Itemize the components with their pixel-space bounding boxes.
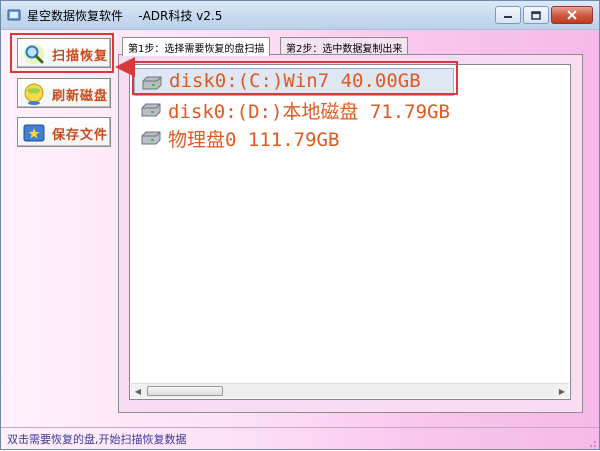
- save-file-label: 保存文件: [52, 128, 109, 143]
- magnifier-icon: [24, 44, 44, 64]
- scroll-left-icon[interactable]: ◀: [131, 384, 145, 398]
- app-window: 星空数据恢复软件 -ADR科技 v2.5 扫描恢复 刷新磁盘 保存文件 第1步：…: [0, 0, 600, 450]
- minimize-button[interactable]: [495, 6, 521, 24]
- status-bar: 双击需要恢复的盘,开始扫描恢复数据: [1, 427, 599, 450]
- scan-recover-button[interactable]: 扫描恢复: [17, 38, 111, 68]
- disk-item-label: disk0:(C:)Win7 40.00GB: [169, 70, 421, 92]
- disk-item-label: 物理盘0 111.79GB: [168, 129, 340, 151]
- app-icon: [7, 9, 21, 21]
- tab-step1[interactable]: 第1步：选择需要恢复的盘扫描: [122, 37, 271, 56]
- disk-item-c[interactable]: disk0:(C:)Win7 40.00GB: [134, 68, 454, 96]
- title-bar[interactable]: 星空数据恢复软件 -ADR科技 v2.5: [1, 1, 599, 30]
- scan-recover-label: 扫描恢复: [52, 49, 109, 64]
- disk-list[interactable]: disk0:(C:)Win7 40.00GB disk0:(D:)本地磁盘 71…: [129, 64, 571, 400]
- save-file-button[interactable]: 保存文件: [17, 117, 111, 147]
- hard-drive-icon: [141, 103, 161, 117]
- disk-item-label: disk0:(D:)本地磁盘 71.79GB: [168, 101, 450, 123]
- tab-step2[interactable]: 第2步：选中数据复制出来: [280, 37, 409, 55]
- scroll-right-icon[interactable]: ▶: [555, 384, 569, 398]
- hard-drive-icon: [142, 76, 162, 90]
- disk-item-physical[interactable]: 物理盘0 111.79GB: [134, 124, 454, 152]
- resize-grip-icon[interactable]: [585, 436, 597, 448]
- refresh-disk-button[interactable]: 刷新磁盘: [17, 78, 111, 108]
- horizontal-scrollbar[interactable]: ◀ ▶: [131, 383, 569, 398]
- hard-drive-icon: [141, 131, 161, 145]
- disk-item-d[interactable]: disk0:(D:)本地磁盘 71.79GB: [134, 96, 454, 124]
- window-title: 星空数据恢复软件 -ADR科技 v2.5: [27, 9, 223, 23]
- status-text: 双击需要恢复的盘,开始扫描恢复数据: [7, 433, 187, 446]
- maximize-button[interactable]: [523, 6, 549, 24]
- refresh-globe-icon: [24, 83, 44, 105]
- scrollbar-thumb[interactable]: [147, 386, 223, 396]
- refresh-disk-label: 刷新磁盘: [52, 89, 109, 104]
- minimize-icon: [504, 16, 512, 18]
- window-controls: [495, 6, 593, 24]
- close-button[interactable]: [551, 6, 593, 24]
- save-icon: [23, 124, 45, 142]
- close-icon: [567, 10, 577, 20]
- maximize-icon: [531, 10, 541, 20]
